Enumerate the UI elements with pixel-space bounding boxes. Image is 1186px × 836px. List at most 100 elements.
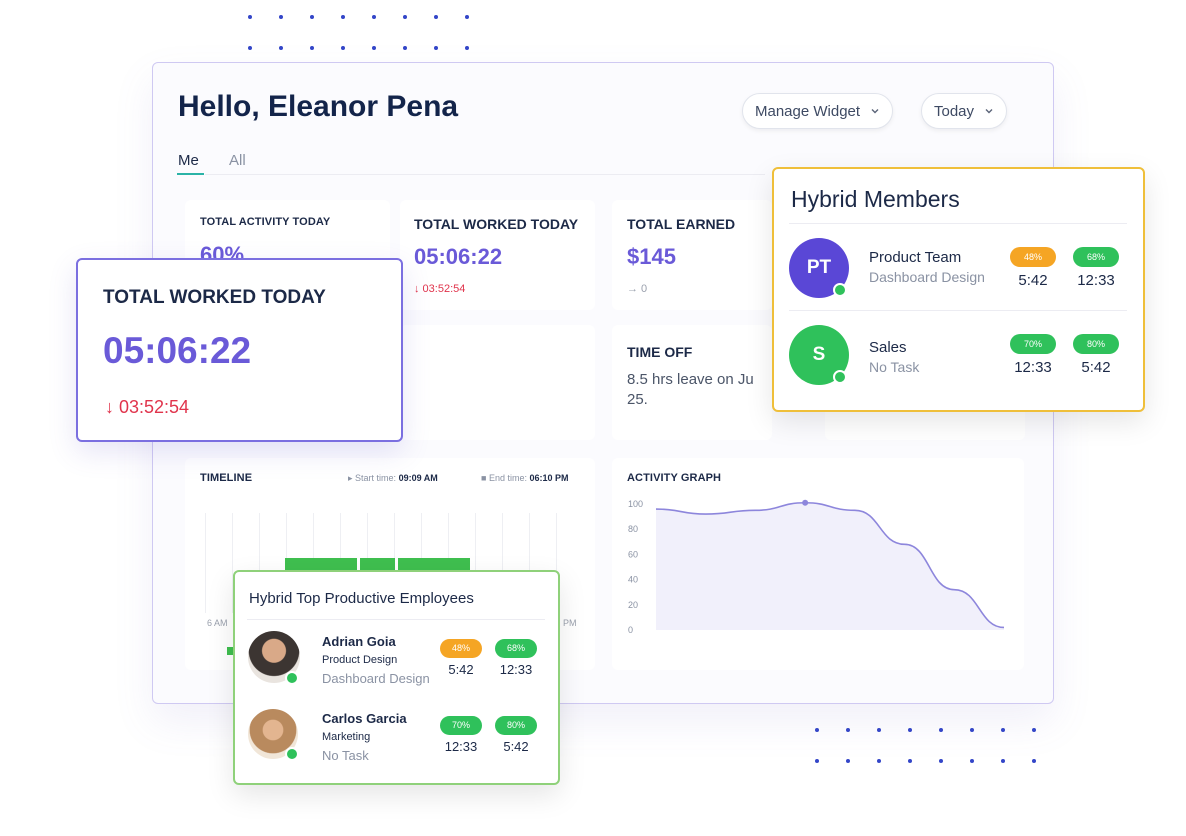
member-time: 5:42 xyxy=(1018,272,1048,289)
employee-row[interactable]: Adrian Goia Product Design Dashboard Des… xyxy=(235,624,558,694)
avatar-initials: S xyxy=(812,344,826,365)
employee-task: Dashboard Design xyxy=(322,671,430,686)
decor-dot xyxy=(248,15,252,19)
decor-dot xyxy=(248,46,252,50)
decor-dot xyxy=(877,728,881,732)
earned-card: TOTAL EARNED $145 → 0 xyxy=(612,200,772,310)
activity-area xyxy=(656,502,1004,630)
decor-dot xyxy=(372,15,376,19)
member-time: 12:33 xyxy=(1014,359,1052,376)
decor-dot xyxy=(1032,759,1036,763)
decor-dot xyxy=(279,15,283,19)
member-row[interactable]: S Sales No Task 70% 12:33 80% 5:42 xyxy=(774,316,1143,394)
y-tick-label: 40 xyxy=(628,575,638,585)
decor-dot xyxy=(815,728,819,732)
decor-dot xyxy=(434,15,438,19)
decor-dot xyxy=(465,15,469,19)
decor-dot xyxy=(341,46,345,50)
y-tick-label: 0 xyxy=(628,625,633,635)
employee-time: 12:33 xyxy=(444,739,478,754)
timeline-left-tick: 6 AM xyxy=(207,618,228,628)
time-off-text: 8.5 hrs leave on Ju 25. xyxy=(627,371,754,408)
decor-dot xyxy=(465,46,469,50)
employee-task: No Task xyxy=(322,748,369,763)
decor-dot xyxy=(341,15,345,19)
decor-dot xyxy=(877,759,881,763)
activity-badge: 68% xyxy=(495,639,537,658)
hybrid-divider xyxy=(789,223,1127,224)
earned-label: TOTAL EARNED xyxy=(627,216,736,232)
activity-badge: 80% xyxy=(495,716,537,735)
timeline-gridline xyxy=(205,513,206,613)
chevron-down-icon xyxy=(871,109,879,114)
productivity-badge: 48% xyxy=(440,639,482,658)
hybrid-members-title: Hybrid Members xyxy=(791,186,960,212)
avatar-initials: PT xyxy=(806,257,832,278)
employee-row[interactable]: Carlos Garcia Marketing No Task 70% 12:3… xyxy=(235,700,558,770)
activity-label: TOTAL ACTIVITY TODAY xyxy=(200,216,331,228)
decor-dot xyxy=(939,728,943,732)
start-value: 09:09 AM xyxy=(398,473,438,483)
online-indicator xyxy=(285,747,299,761)
employee-dept: Marketing xyxy=(322,731,371,743)
worked-card: TOTAL WORKED TODAY 05:06:22 ↓ 03:52:54 xyxy=(400,200,595,310)
employee-time: 12:33 xyxy=(499,662,533,677)
worked-delta: ↓ 03:52:54 xyxy=(414,283,466,295)
timeline-right-tick: PM xyxy=(563,618,577,628)
y-tick-label: 20 xyxy=(628,600,638,610)
decor-dot xyxy=(970,759,974,763)
y-tick-label: 80 xyxy=(628,524,638,534)
active-tab-indicator xyxy=(177,173,204,175)
decor-dot xyxy=(970,728,974,732)
end-label: End time: xyxy=(488,473,527,483)
date-filter-label: Today xyxy=(934,102,975,120)
worked-value: 05:06:22 xyxy=(414,244,503,269)
worked-popup-label: TOTAL WORKED TODAY xyxy=(103,287,326,308)
activity-badge: 80% xyxy=(1073,334,1119,354)
member-name: Sales xyxy=(869,339,907,356)
member-task: Dashboard Design xyxy=(869,269,985,285)
decor-dot xyxy=(908,728,912,732)
decor-dot xyxy=(1001,759,1005,763)
online-indicator xyxy=(285,671,299,685)
decor-dot xyxy=(279,46,283,50)
hybrid-divider xyxy=(789,310,1127,311)
member-task: No Task xyxy=(869,359,920,375)
member-time: 12:33 xyxy=(1077,272,1115,289)
employee-time: 5:42 xyxy=(448,662,474,677)
online-indicator xyxy=(833,283,847,297)
manage-widget-label: Manage Widget xyxy=(755,102,861,120)
end-value: 06:10 PM xyxy=(529,473,569,483)
decor-dot xyxy=(1001,728,1005,732)
decor-dot xyxy=(403,15,407,19)
y-tick-label: 60 xyxy=(628,549,638,559)
date-filter-dropdown[interactable]: Today xyxy=(921,93,1008,129)
tabs-divider xyxy=(205,174,765,175)
top-employees-panel: Hybrid Top Productive Employees Adrian G… xyxy=(233,570,560,785)
employees-divider xyxy=(247,619,545,620)
tab-me[interactable]: Me xyxy=(178,152,199,169)
member-time: 5:42 xyxy=(1081,359,1111,376)
timeline-end: ■ End time: 06:10 PM xyxy=(481,473,569,483)
page-title: Hello, Eleanor Pena xyxy=(178,90,459,123)
member-name: Product Team xyxy=(869,249,962,266)
decor-dot xyxy=(846,759,850,763)
decor-dot xyxy=(310,46,314,50)
employee-name: Carlos Garcia xyxy=(322,711,407,726)
activity-peak-point xyxy=(802,499,809,506)
activity-graph-card: ACTIVITY GRAPH 100 80 60 40 20 0 xyxy=(612,458,1024,670)
play-icon: ▸ xyxy=(348,473,353,483)
tab-all[interactable]: All xyxy=(229,152,246,169)
online-indicator xyxy=(833,370,847,384)
manage-widget-button[interactable]: Manage Widget xyxy=(742,93,894,129)
decor-dot xyxy=(310,15,314,19)
decor-dot xyxy=(403,46,407,50)
start-label: Start time: xyxy=(355,473,397,483)
productivity-badge: 70% xyxy=(1010,334,1056,354)
decor-dot xyxy=(939,759,943,763)
employee-dept: Product Design xyxy=(322,654,398,666)
earned-delta: → 0 xyxy=(627,283,648,295)
worked-label: TOTAL WORKED TODAY xyxy=(414,216,579,232)
member-row[interactable]: PT Product Team Dashboard Design 48% 5:4… xyxy=(774,229,1143,307)
worked-popup-value: 05:06:22 xyxy=(103,330,252,371)
